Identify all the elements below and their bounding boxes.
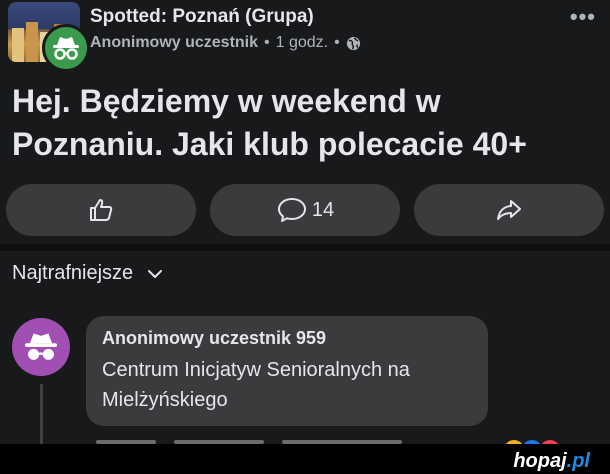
post-author[interactable]: Anonimowy uczestnik <box>90 34 258 52</box>
comment-avatar[interactable] <box>12 318 70 376</box>
cut-text-fragment <box>174 440 264 444</box>
watermark-text: hopaj <box>513 450 567 472</box>
watermark: hopaj.pl <box>513 450 590 473</box>
meta-separator: • <box>264 34 270 51</box>
comment-actions-cut <box>96 436 576 444</box>
cut-text-fragment <box>96 440 156 444</box>
post-meta: Anonimowy uczestnik • 1 godz. • <box>90 34 361 52</box>
incognito-icon <box>53 37 79 60</box>
incognito-icon <box>25 333 57 360</box>
meta-separator: • <box>334 34 340 51</box>
chevron-down-icon <box>148 269 163 278</box>
thumbs-up-icon <box>90 199 113 221</box>
post-time[interactable]: 1 godz. <box>276 34 328 52</box>
post-screen: Spotted: Poznań (Grupa) Anonimowy uczest… <box>0 0 610 444</box>
like-button[interactable] <box>6 184 196 236</box>
comment-bubble[interactable]: Anonimowy uczestnik 959 Centrum Inicjaty… <box>86 316 488 426</box>
comment-text-line: Centrum Inicjatyw Senioralnych na <box>102 359 410 381</box>
building-shape <box>26 22 38 62</box>
watermark-suffix: .pl <box>566 450 590 472</box>
sort-label: Najtrafniejsze <box>12 262 134 284</box>
share-arrow-icon <box>497 200 521 220</box>
building-shape <box>12 28 24 62</box>
post-message-line: Poznaniu. Jaki klub polecacie 40+ <box>12 126 527 162</box>
comment-bubble-icon <box>277 198 306 222</box>
comment-count: 14 <box>311 198 335 221</box>
section-divider <box>0 244 610 251</box>
anonymous-avatar[interactable] <box>42 24 90 72</box>
share-button[interactable] <box>414 184 604 236</box>
cut-text-fragment <box>282 440 402 444</box>
group-name-link[interactable]: Spotted: Poznań (Grupa) <box>90 6 314 28</box>
thread-line <box>40 384 43 444</box>
post-message-line: Hej. Będziemy w weekend w <box>12 83 441 119</box>
comment-text-line: Mielżyńskiego <box>102 389 228 411</box>
more-options-button[interactable]: ••• <box>570 4 596 30</box>
globe-icon <box>346 36 360 50</box>
comment-author[interactable]: Anonimowy uczestnik 959 <box>102 328 472 349</box>
comment-button[interactable]: 14 <box>210 184 400 236</box>
comment-text: Centrum Inicjatyw Senioralnych na Mielży… <box>102 355 472 415</box>
post-header: Spotted: Poznań (Grupa) Anonimowy uczest… <box>8 2 610 72</box>
comment-sort-dropdown[interactable]: Najtrafniejsze <box>12 262 163 285</box>
post-message: Hej. Będziemy w weekend w Poznaniu. Jaki… <box>12 80 602 166</box>
